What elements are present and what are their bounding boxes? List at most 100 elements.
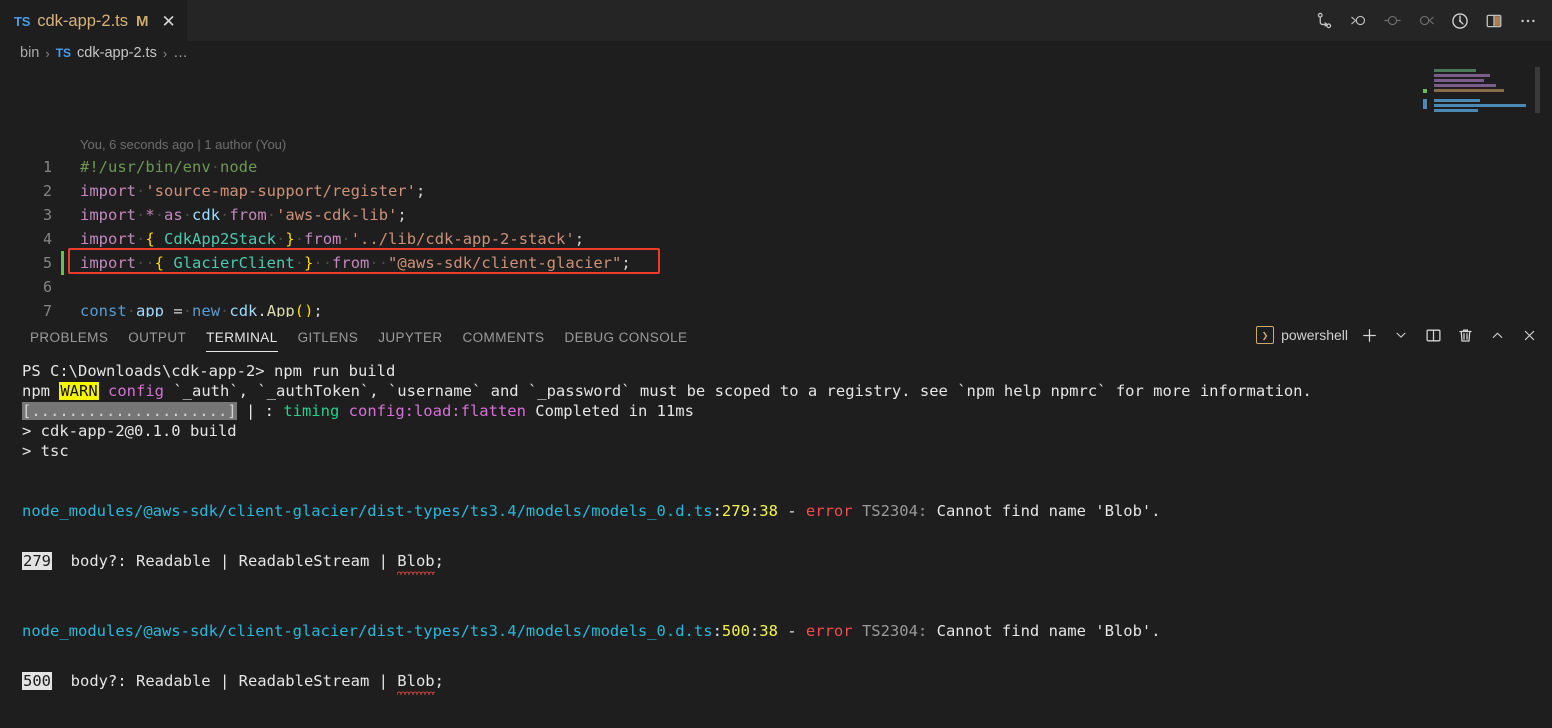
terminal-line-command: PS C:\Downloads\cdk-app-2> npm run build [22,361,1552,381]
error-line-number: 500 [721,622,750,640]
snippet-error-token: Blob [397,552,435,570]
chevron-right-icon: › [162,45,168,61]
error-code: TS2304: [861,502,928,520]
gutter-change-indicator [52,203,80,227]
breadcrumb-file[interactable]: cdk-app-2.ts [77,45,157,61]
breadcrumb[interactable]: bin › TS cdk-app-2.ts › … [0,41,1552,65]
code-editor[interactable]: You, 6 seconds ago | 1 author (You) 1 #!… [0,65,1552,317]
line-number: 3 [42,206,52,224]
gutter-change-indicator [52,179,80,203]
code-line-text: import·*·as·cdk·from·'aws-cdk-lib'; [80,206,407,224]
code-line[interactable]: 6 [0,275,1552,299]
terminal-line-run-script: > tsc [22,442,69,460]
more-actions-icon[interactable] [1517,10,1539,32]
new-terminal-button[interactable] [1358,324,1380,346]
blame-toggle-icon[interactable] [1381,10,1403,32]
terminal-output[interactable]: PS C:\Downloads\cdk-app-2> npm run build… [0,352,1552,728]
code-line-text: import··{ GlacierClient·}··from··"@aws-s… [80,254,631,272]
editor-tab-cdk-app-2[interactable]: TS cdk-app-2.ts M ✕ [0,0,187,41]
error-message: Cannot find name 'Blob'. [936,502,1161,520]
source-control-compare-icon[interactable] [1313,10,1335,32]
code-line[interactable]: 3 import·*·as·cdk·from·'aws-cdk-lib'; [0,203,1552,227]
next-change-icon[interactable] [1415,10,1437,32]
editor-action-buttons [1313,0,1552,41]
error-column-number: 38 [759,502,778,520]
terminal-prompt: PS C:\Downloads\cdk-app-2> [22,362,265,380]
npm-timing-label: timing [283,402,340,420]
snippet-code-prefix: body?: Readable | ReadableStream | [52,672,398,690]
previous-change-icon[interactable] [1347,10,1369,32]
code-lines[interactable]: 1 #!/usr/bin/env·node 2 import·'source-m… [0,155,1552,317]
chevron-right-icon: › [45,45,50,61]
gitlens-commit-graph-icon[interactable] [1449,10,1471,32]
gitlens-blame-header: You, 6 seconds ago | 1 author (You) [80,137,287,152]
code-line[interactable]: 5 import··{ GlacierClient·}··from··"@aws… [0,251,1552,275]
split-editor-icon[interactable] [1483,10,1505,32]
gutter-change-indicator [52,275,80,299]
gutter-change-indicator [52,299,80,317]
code-line[interactable]: 4 import·{ CdkApp2Stack·}·from·'../lib/c… [0,227,1552,251]
line-number: 5 [42,254,52,272]
gutter-change-indicator [52,155,80,179]
line-number: 2 [42,182,52,200]
code-line-text: import·'source-map-support/register'; [80,182,426,200]
snippet-code-suffix: ; [434,552,444,570]
tab-gitlens[interactable]: GITLENS [288,330,369,352]
code-line-text: const·app =·new·cdk.App(); [80,302,323,317]
bottom-panel: PROBLEMS OUTPUT TERMINAL GITLENS JUPYTER… [0,317,1552,728]
typescript-file-icon: TS [55,46,72,60]
minimap-slider[interactable] [1535,67,1540,113]
npm-warn-badge: WARN [59,382,99,400]
npm-timing-key: config:load:flatten [348,402,526,420]
snippet-code-suffix: ; [434,672,444,690]
tab-problems[interactable]: PROBLEMS [20,330,118,352]
tab-debug-console[interactable]: DEBUG CONSOLE [554,330,697,352]
error-code: TS2304: [861,622,928,640]
code-line[interactable]: 2 import·'source-map-support/register'; [0,179,1552,203]
error-severity: error [805,622,853,640]
split-terminal-button[interactable] [1422,324,1444,346]
panel-action-buttons: ❯ powershell [1256,324,1552,352]
terminal-line-run-package: > cdk-app-2@0.1.0 build [22,422,237,440]
npm-warn-key: config [108,382,164,400]
error-file-path[interactable]: node_modules/@aws-sdk/client-glacier/dis… [22,622,713,640]
breadcrumb-symbol-placeholder[interactable]: … [173,45,188,61]
code-line-text: #!/usr/bin/env·node [80,158,258,176]
tab-jupyter[interactable]: JUPYTER [368,330,452,352]
snippet-line-number: 279 [22,552,52,570]
error-severity: error [805,502,853,520]
breadcrumb-folder[interactable]: bin [20,45,39,61]
editor-tab-bar: TS cdk-app-2.ts M ✕ [0,0,1552,41]
close-panel-button[interactable] [1518,324,1540,346]
code-line[interactable]: 1 #!/usr/bin/env·node [0,155,1552,179]
terminal-line-warning: npm WARN config `_auth`, `_authToken`, `… [22,382,1312,400]
line-number: 4 [42,230,52,248]
terminal-shell-icon: ❯ [1256,326,1275,344]
snippet-line-number: 500 [22,672,52,690]
tab-comments[interactable]: COMMENTS [453,330,555,352]
chevron-down-icon[interactable] [1390,324,1412,346]
tab-terminal[interactable]: TERMINAL [196,330,287,352]
terminal-error-header[interactable]: node_modules/@aws-sdk/client-glacier/dis… [22,501,1552,521]
tab-output[interactable]: OUTPUT [118,330,196,352]
line-number: 1 [42,158,52,176]
panel-tab-bar: PROBLEMS OUTPUT TERMINAL GITLENS JUPYTER… [0,317,1552,352]
kill-terminal-button[interactable] [1454,324,1476,346]
error-line-number: 279 [721,502,750,520]
terminal-error-snippet: 500 body?: Readable | ReadableStream | B… [22,661,1552,701]
gutter-change-indicator [52,227,80,251]
npm-progress-bar: [.....................] [22,402,237,420]
gutter-change-indicator-added [52,251,80,275]
active-terminal-chip[interactable]: ❯ powershell [1256,326,1348,344]
error-file-path[interactable]: node_modules/@aws-sdk/client-glacier/dis… [22,502,713,520]
error-column-number: 38 [759,622,778,640]
maximize-panel-button[interactable] [1486,324,1508,346]
line-number: 7 [42,302,52,317]
terminal-error-snippet: 279 body?: Readable | ReadableStream | B… [22,541,1552,581]
close-icon[interactable]: ✕ [162,13,176,30]
tab-bar-empty-space [186,0,1313,41]
unsaved-changes-indicator: M [136,12,149,30]
terminal-error-header[interactable]: node_modules/@aws-sdk/client-glacier/dis… [22,621,1552,641]
code-line-text: import·{ CdkApp2Stack·}·from·'../lib/cdk… [80,230,585,248]
code-line[interactable]: 7 const·app =·new·cdk.App(); [0,299,1552,317]
